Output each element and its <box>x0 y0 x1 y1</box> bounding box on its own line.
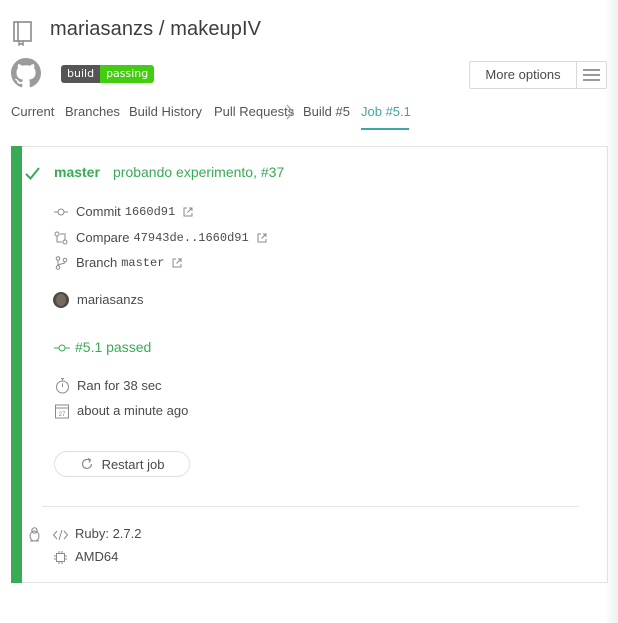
job-branch-name[interactable]: master <box>54 164 100 180</box>
card-divider <box>42 506 579 507</box>
tab-build-history[interactable]: Build History <box>129 104 202 119</box>
restart-job-button[interactable]: Restart job <box>54 451 190 477</box>
github-icon[interactable] <box>11 58 41 88</box>
branch-label: Branch <box>76 255 118 270</box>
language-text: Ruby: 2.7.2 <box>75 526 142 541</box>
calendar-icon: 27 <box>54 403 70 419</box>
job-icon <box>54 341 70 355</box>
repo-separator: / <box>153 18 171 40</box>
branch-row[interactable]: Branch master <box>76 255 182 270</box>
repo-owner[interactable]: mariasanzs <box>50 18 153 40</box>
branch-icon <box>54 256 68 270</box>
linux-icon <box>28 527 41 542</box>
tab-current[interactable]: Current <box>11 104 54 119</box>
external-link-icon[interactable] <box>183 207 193 217</box>
build-status-badge[interactable]: build passing <box>61 65 155 83</box>
tab-job-5-1[interactable]: Job #5.1 <box>361 104 411 119</box>
badge-status: passing <box>100 65 155 83</box>
repo-title[interactable]: mariasanzs / makeupIV <box>50 18 261 41</box>
calendar-day: 27 <box>59 412 66 418</box>
avatar[interactable] <box>53 292 69 308</box>
compare-label: Compare <box>76 230 130 245</box>
commit-sha[interactable]: 1660d91 <box>125 205 175 219</box>
badge-label: build <box>61 65 101 83</box>
external-link-icon[interactable] <box>257 233 267 243</box>
job-status-text: #5.1 passed <box>75 339 152 355</box>
branch-value[interactable]: master <box>121 256 164 270</box>
cpu-icon <box>54 551 67 564</box>
tab-chevron-right-icon <box>286 104 294 120</box>
restart-job-label: Restart job <box>101 456 165 472</box>
stopwatch-icon <box>54 377 71 394</box>
restart-icon <box>81 457 92 470</box>
more-options-label: More options <box>470 62 577 88</box>
external-link-icon[interactable] <box>172 258 182 268</box>
commit-label: Commit <box>76 204 121 219</box>
compare-icon <box>54 231 68 245</box>
check-icon <box>25 167 40 180</box>
author-name[interactable]: mariasanzs <box>77 292 143 307</box>
repo-icon <box>11 20 35 47</box>
compare-range[interactable]: 47943de..1660d91 <box>133 231 248 245</box>
code-icon <box>52 528 69 541</box>
hamburger-menu-icon[interactable] <box>577 62 606 88</box>
active-tab-underline <box>361 128 409 130</box>
job-status-stripe <box>11 146 22 583</box>
tab-pull-requests[interactable]: Pull Requests <box>214 104 294 119</box>
finished-text: about a minute ago <box>77 403 189 418</box>
compare-row[interactable]: Compare 47943de..1660d91 <box>76 230 267 245</box>
more-options-button[interactable]: More options <box>469 61 607 89</box>
commit-message[interactable]: probando experimento, #37 <box>113 164 284 180</box>
commit-icon <box>54 205 68 219</box>
tab-build-5[interactable]: Build #5 <box>303 104 350 119</box>
commit-row[interactable]: Commit 1660d91 <box>76 204 193 219</box>
duration-text: Ran for 38 sec <box>77 378 162 393</box>
tab-branches[interactable]: Branches <box>65 104 120 119</box>
repo-name[interactable]: makeupIV <box>170 18 261 40</box>
arch-text: AMD64 <box>75 549 119 564</box>
